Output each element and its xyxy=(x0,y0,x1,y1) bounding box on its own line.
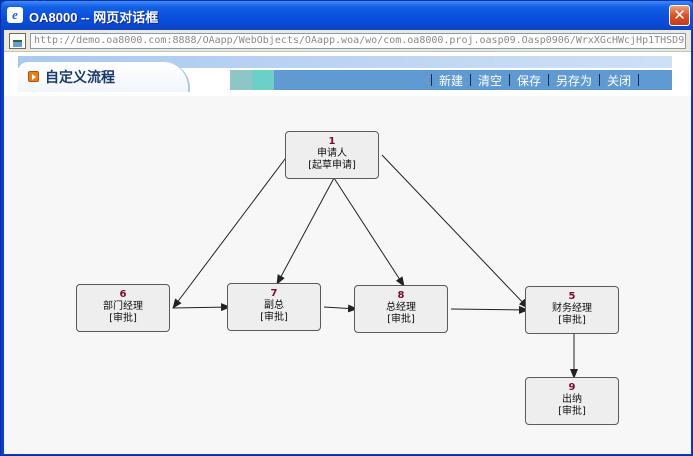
node-number: 9 xyxy=(568,382,576,393)
node-name: 部门经理 xyxy=(103,301,143,312)
window-title: OA8000 -- 网页对话框 xyxy=(29,10,159,25)
edge-1-7[interactable] xyxy=(276,177,335,285)
close-button[interactable]: ✕ xyxy=(669,5,690,26)
page-icon xyxy=(9,33,26,49)
node-number: 7 xyxy=(270,288,278,299)
node-name: 副总 xyxy=(264,300,284,311)
node-role: [起草申请] xyxy=(308,160,356,171)
workflow-node[interactable]: 8 总经理 [审批] xyxy=(354,285,448,333)
node-number: 6 xyxy=(119,289,127,300)
workflow-node[interactable]: 1 申请人 [起草申请] xyxy=(285,131,379,179)
node-name: 总经理 xyxy=(386,302,416,313)
edge-7-8[interactable] xyxy=(323,304,358,313)
edge-1-8[interactable] xyxy=(333,177,405,287)
address-bar: http://demo.oa8000.com:8888/OAapp/WebObj… xyxy=(4,30,691,52)
workflow-node[interactable]: 6 部门经理 [审批] xyxy=(76,284,170,332)
node-number: 8 xyxy=(397,290,405,301)
node-name: 出纳 xyxy=(562,394,582,405)
node-name: 财务经理 xyxy=(552,303,592,314)
workflow-canvas[interactable]: 1 申请人 [起草申请] 6 部门经理 [审批] 7 副总 [审批] 8 总经理… xyxy=(1,52,688,454)
title-bar[interactable]: e OA8000 -- 网页对话框 ✕ xyxy=(1,1,693,30)
workflow-node[interactable]: 7 副总 [审批] xyxy=(227,283,321,331)
node-role: [审批] xyxy=(558,406,586,417)
node-number: 1 xyxy=(328,136,336,147)
url-field[interactable]: http://demo.oa8000.com:8888/OAapp/WebObj… xyxy=(30,33,686,49)
node-role: [审批] xyxy=(109,313,137,324)
workflow-node[interactable]: 9 出纳 [审批] xyxy=(525,377,619,425)
node-number: 5 xyxy=(568,291,576,302)
workflow-node[interactable]: 5 财务经理 [审批] xyxy=(525,286,619,334)
node-role: [审批] xyxy=(387,314,415,325)
node-name: 申请人 xyxy=(317,148,347,159)
edge-6-7[interactable] xyxy=(172,303,231,312)
dialog-window: e OA8000 -- 网页对话框 ✕ http://demo.oa8000.c… xyxy=(0,0,693,456)
edge-8-5[interactable] xyxy=(450,305,529,314)
node-role: [审批] xyxy=(260,312,288,323)
ie-icon: e xyxy=(7,7,23,23)
node-role: [审批] xyxy=(558,315,586,326)
